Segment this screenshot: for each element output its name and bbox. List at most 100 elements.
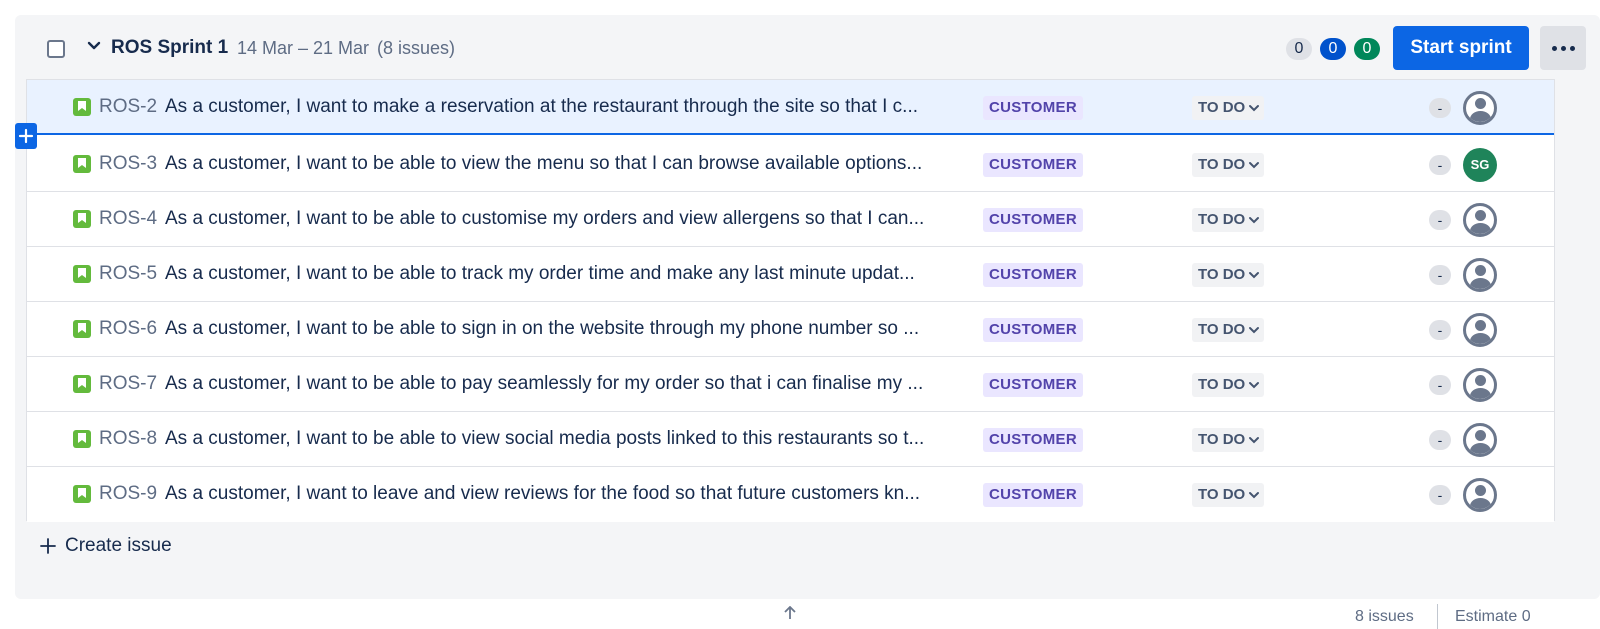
status-text: TO DO xyxy=(1198,486,1246,503)
issue-key[interactable]: ROS-5 xyxy=(99,263,157,285)
status-text: TO DO xyxy=(1198,376,1246,393)
chevron-down-icon xyxy=(1249,382,1260,389)
issue-row[interactable]: ROS-5 As a customer, I want to be able t… xyxy=(27,247,1554,302)
avatar-body xyxy=(1470,388,1491,399)
issue-label[interactable]: CUSTOMER xyxy=(983,263,1083,287)
chevron-down-icon[interactable] xyxy=(87,39,101,53)
estimate-badge[interactable]: - xyxy=(1429,98,1451,118)
status-dropdown[interactable]: TO DO xyxy=(1192,373,1265,397)
unassigned-avatar[interactable] xyxy=(1463,478,1497,512)
status-text: TO DO xyxy=(1198,211,1246,228)
create-issue-button[interactable]: Create issue xyxy=(39,535,172,557)
unassigned-avatar[interactable] xyxy=(1463,203,1497,237)
avatar-body xyxy=(1470,111,1491,122)
issue-summary[interactable]: As a customer, I want to be able to view… xyxy=(165,428,967,450)
unassigned-avatar[interactable] xyxy=(1463,258,1497,292)
footer-divider xyxy=(1437,604,1438,629)
status-dropdown[interactable]: TO DO xyxy=(1192,318,1265,342)
sprint-header: ROS Sprint 1 14 Mar – 21 Mar (8 issues) … xyxy=(15,15,1600,79)
issue-summary[interactable]: As a customer, I want to be able to pay … xyxy=(165,373,967,395)
status-dropdown[interactable]: TO DO xyxy=(1192,208,1265,232)
sprint-container: ROS Sprint 1 14 Mar – 21 Mar (8 issues) … xyxy=(15,15,1600,599)
issue-row[interactable]: ROS-4 As a customer, I want to be able t… xyxy=(27,192,1554,247)
story-icon xyxy=(73,155,91,173)
issue-label[interactable]: CUSTOMER xyxy=(983,208,1083,232)
issue-key[interactable]: ROS-2 xyxy=(99,96,157,118)
avatar-head xyxy=(1475,320,1486,331)
issue-key[interactable]: ROS-7 xyxy=(99,373,157,395)
status-dropdown[interactable]: TO DO xyxy=(1192,153,1265,177)
plus-icon xyxy=(40,538,56,554)
chevron-down-icon xyxy=(1249,327,1260,334)
issue-summary[interactable]: As a customer, I want to be able to sign… xyxy=(165,318,967,340)
issue-key[interactable]: ROS-3 xyxy=(99,153,157,175)
upload-icon xyxy=(784,606,796,619)
issue-label[interactable]: CUSTOMER xyxy=(983,428,1083,452)
story-icon xyxy=(73,98,91,116)
issue-summary[interactable]: As a customer, I want to leave and view … xyxy=(165,483,967,505)
issue-row[interactable]: ROS-7 As a customer, I want to be able t… xyxy=(27,357,1554,412)
avatar-body xyxy=(1470,223,1491,234)
issue-row[interactable]: ROS-8 As a customer, I want to be able t… xyxy=(27,412,1554,467)
estimate-badge[interactable]: - xyxy=(1429,485,1451,505)
estimate-badge[interactable]: - xyxy=(1429,265,1451,285)
chevron-down-icon xyxy=(1249,105,1260,112)
sprint-dates: 14 Mar – 21 Mar xyxy=(237,38,370,58)
story-icon xyxy=(73,485,91,503)
plus-icon xyxy=(18,128,34,144)
more-dot-icon xyxy=(1560,45,1566,51)
issue-row[interactable]: ROS-9 As a customer, I want to leave and… xyxy=(27,467,1554,522)
todo-count-badge: 0 xyxy=(1286,38,1312,60)
issue-row[interactable]: ROS-6 As a customer, I want to be able t… xyxy=(27,302,1554,357)
issue-label[interactable]: CUSTOMER xyxy=(983,153,1083,177)
chevron-down-icon xyxy=(1249,437,1260,444)
estimate-badge[interactable]: - xyxy=(1429,155,1451,175)
status-dropdown[interactable]: TO DO xyxy=(1192,483,1265,507)
status-dropdown[interactable]: TO DO xyxy=(1192,96,1265,120)
estimate-badge[interactable]: - xyxy=(1429,320,1451,340)
issue-key[interactable]: ROS-4 xyxy=(99,208,157,230)
avatar-body xyxy=(1470,443,1491,454)
issue-label[interactable]: CUSTOMER xyxy=(983,318,1083,342)
issue-summary[interactable]: As a customer, I want to make a reservat… xyxy=(165,96,967,118)
more-actions-button[interactable] xyxy=(1540,26,1586,70)
avatar-head xyxy=(1475,210,1486,221)
story-icon xyxy=(73,375,91,393)
story-icon xyxy=(73,265,91,283)
avatar-head xyxy=(1475,265,1486,276)
issue-row[interactable]: ROS-2 As a customer, I want to make a re… xyxy=(27,80,1554,135)
avatar-body xyxy=(1470,498,1491,509)
start-sprint-button[interactable]: Start sprint xyxy=(1393,26,1529,70)
insert-issue-button[interactable] xyxy=(15,123,37,149)
estimate-badge[interactable]: - xyxy=(1429,375,1451,395)
status-text: TO DO xyxy=(1198,431,1246,448)
avatar-body xyxy=(1470,333,1491,344)
status-dropdown[interactable]: TO DO xyxy=(1192,263,1265,287)
in-progress-count-badge: 0 xyxy=(1320,38,1346,60)
chevron-down-icon xyxy=(1249,272,1260,279)
unassigned-avatar[interactable] xyxy=(1463,313,1497,347)
issue-key[interactable]: ROS-6 xyxy=(99,318,157,340)
sprint-name[interactable]: ROS Sprint 1 xyxy=(111,37,228,59)
issue-row[interactable]: ROS-3 As a customer, I want to be able t… xyxy=(27,137,1554,192)
avatar-head xyxy=(1475,430,1486,441)
sprint-select-checkbox[interactable] xyxy=(47,40,65,58)
issue-summary[interactable]: As a customer, I want to be able to trac… xyxy=(165,263,967,285)
assignee-avatar[interactable]: SG xyxy=(1463,148,1497,182)
story-icon xyxy=(73,430,91,448)
unassigned-avatar[interactable] xyxy=(1463,423,1497,457)
issue-label[interactable]: CUSTOMER xyxy=(983,483,1083,507)
issue-label[interactable]: CUSTOMER xyxy=(983,96,1083,120)
avatar-body xyxy=(1470,278,1491,289)
issue-label[interactable]: CUSTOMER xyxy=(983,373,1083,397)
estimate-badge[interactable]: - xyxy=(1429,430,1451,450)
issue-summary[interactable]: As a customer, I want to be able to view… xyxy=(165,153,967,175)
issue-key[interactable]: ROS-8 xyxy=(99,428,157,450)
unassigned-avatar[interactable] xyxy=(1463,368,1497,402)
footer-issue-count: 8 issues xyxy=(1355,608,1414,625)
estimate-badge[interactable]: - xyxy=(1429,210,1451,230)
issue-key[interactable]: ROS-9 xyxy=(99,483,157,505)
status-dropdown[interactable]: TO DO xyxy=(1192,428,1265,452)
issue-summary[interactable]: As a customer, I want to be able to cust… xyxy=(165,208,967,230)
unassigned-avatar[interactable] xyxy=(1463,91,1497,125)
